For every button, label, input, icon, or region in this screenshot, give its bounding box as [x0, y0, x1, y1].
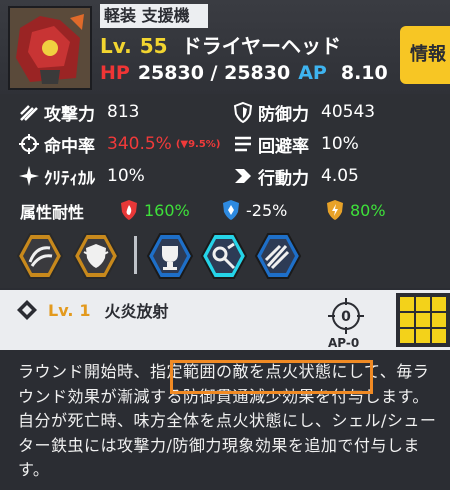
unit-header: 軽装 支援機 Lv. 55 ドライヤーヘッド HP 25830 / 25830 … [0, 0, 450, 94]
ap-value: 8.10 [340, 62, 388, 84]
range-cell [432, 329, 446, 343]
range-cell [432, 313, 446, 327]
skill-description: ラウンド開始時、指定範囲の敵を点火状態にして、毎ラウンド効果が漸減する防御貫通減… [18, 362, 437, 479]
electric-resistance: 80% [326, 200, 386, 220]
ap-label: AP [298, 62, 327, 84]
shield-icon [233, 101, 253, 123]
level-value: 55 [139, 34, 168, 58]
stat-attack-label: 攻撃力 [44, 104, 95, 125]
range-cell [432, 297, 446, 311]
target-icon: 0 [328, 298, 364, 334]
guard-icon[interactable] [72, 232, 120, 280]
stat-defense-label: 防御力 [258, 104, 309, 125]
trophy-icon[interactable] [146, 232, 194, 280]
info-button[interactable]: 情報 [400, 26, 450, 84]
claw-icon[interactable] [16, 232, 64, 280]
skill-detail-header: Lv. 1 火炎放射 [0, 290, 450, 350]
resistance-row: 属性耐性 [20, 198, 84, 224]
stat-critical-label: ｸﾘﾃｨｶﾙ [44, 168, 95, 189]
stat-evasion-value: 10% [321, 134, 359, 154]
stat-mobility-label: 行動力 [258, 168, 309, 189]
diamond-icon [17, 300, 37, 320]
stat-accuracy-label: 命中率 [44, 136, 95, 157]
skill-level-row: Lv. 1 火炎放射 [16, 298, 169, 322]
stats-panel: 攻撃力 813 防御力 40543 命中率 340.5% (▼9.5%) 回避率… [0, 94, 450, 224]
fire-resistance-value: 160% [144, 200, 190, 220]
stat-accuracy-value: 340.5% [107, 134, 172, 154]
attack-icon [20, 105, 38, 121]
crosshair-icon [19, 134, 39, 154]
skill-level-label: Lv. [48, 300, 74, 320]
range-cell [416, 297, 430, 311]
hp-value: 25830 / 25830 [137, 62, 291, 84]
range-cell [416, 329, 430, 343]
stat-accuracy: 命中率 340.5% (▼9.5%) [18, 130, 220, 158]
range-cell [400, 313, 414, 327]
lightning-icon [327, 200, 343, 220]
stat-mobility-value: 4.05 [321, 166, 359, 186]
range-cell [400, 297, 414, 311]
ice-resistance: -25% [222, 200, 287, 220]
missile-icon[interactable] [254, 232, 302, 280]
mobility-icon [235, 169, 251, 183]
gear-wrench-icon[interactable] [200, 232, 248, 280]
skill-ap-cost: AP-0 [328, 336, 360, 350]
stat-evasion: 回避率 10% [232, 130, 359, 158]
electric-resistance-value: 80% [350, 200, 386, 220]
target-count: 0 [341, 309, 351, 325]
stat-evasion-label: 回避率 [258, 136, 309, 157]
stat-defense-value: 40543 [321, 102, 376, 122]
stat-attack: 攻撃力 813 [18, 98, 139, 126]
stat-critical: ｸﾘﾃｨｶﾙ 10% [18, 162, 145, 190]
stat-defense: 防御力 40543 [232, 98, 375, 126]
stat-attack-value: 813 [107, 102, 140, 122]
skill-icon-bar [0, 224, 450, 288]
range-cell [416, 313, 430, 327]
unit-name: ドライヤーヘッド [181, 34, 341, 58]
fire-resistance: 160% [120, 200, 190, 220]
unit-class-tag: 軽装 支援機 [100, 4, 208, 28]
range-grid [396, 293, 450, 347]
critical-icon [19, 166, 39, 186]
skill-divider [134, 236, 137, 274]
stat-accuracy-penalty: (▼9.5%) [175, 138, 221, 150]
level-label: Lv. [100, 34, 132, 58]
skill-description-panel: ラウンド開始時、指定範囲の敵を点火状態にして、毎ラウンド効果が漸減する防御貫通減… [0, 350, 450, 490]
unit-portrait [8, 6, 92, 90]
fire-icon [121, 200, 137, 220]
resistance-label: 属性耐性 [20, 203, 85, 222]
unit-level-row: Lv. 55 ドライヤーヘッド [100, 30, 341, 60]
skill-name: 火炎放射 [104, 302, 169, 321]
evasion-icon [235, 136, 251, 152]
stat-mobility: 行動力 4.05 [232, 162, 359, 190]
hp-label: HP [100, 62, 130, 84]
stat-critical-value: 10% [107, 166, 145, 186]
range-cell [400, 329, 414, 343]
ice-icon [223, 200, 239, 220]
hp-ap-row: HP 25830 / 25830 AP 8.10 [100, 62, 388, 88]
ice-resistance-value: -25% [246, 200, 288, 220]
skill-level-value: 1 [79, 300, 91, 320]
